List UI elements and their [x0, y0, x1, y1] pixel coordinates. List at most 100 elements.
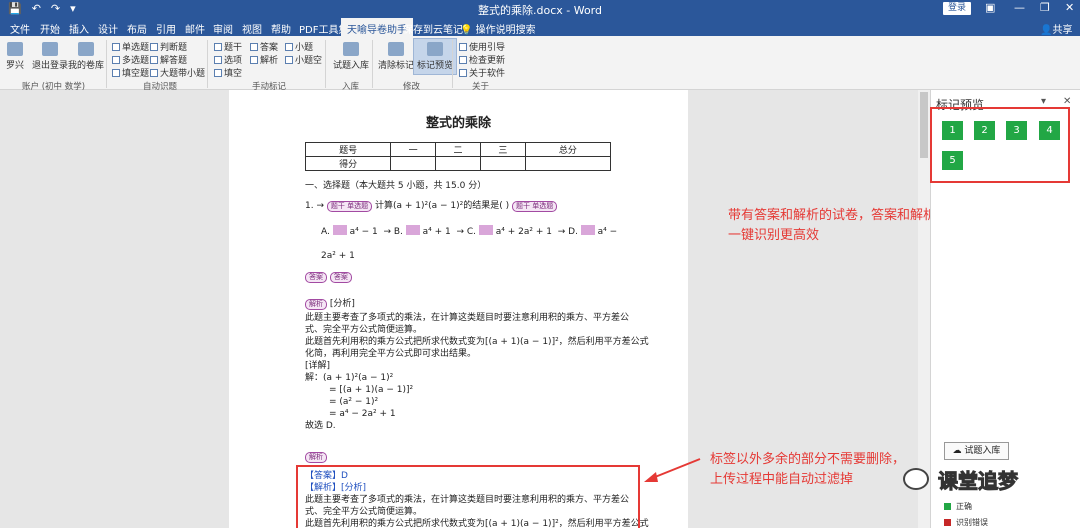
judge-button[interactable]: 判断题	[150, 40, 187, 53]
answer-tags: 答案 答案	[305, 271, 352, 283]
big-small-button[interactable]: 大题带小题	[150, 66, 205, 79]
answer-question-label: 解答题	[160, 56, 188, 66]
vertical-scrollbar[interactable]	[918, 90, 930, 528]
tab-review[interactable]: 审阅	[213, 21, 233, 36]
separator	[106, 40, 107, 88]
option-tag[interactable]	[405, 225, 420, 235]
stem-button[interactable]: 题干	[214, 40, 242, 53]
document-title: 整式的乘除	[425, 116, 491, 131]
login-button[interactable]: 登录	[943, 2, 971, 15]
analysis-tag[interactable]: 解析	[305, 299, 327, 310]
import-questions-button[interactable]: 试题入库	[333, 42, 369, 71]
answer-label: 答案	[260, 43, 279, 53]
callout-bottom-line: 上传过程中能自动过滤掉	[710, 472, 854, 487]
paragraph: 式、完全平方公式简便运算。	[305, 325, 423, 335]
close-icon[interactable]: ✕	[1065, 1, 1074, 14]
window-title: 整式的乘除.docx - Word	[477, 4, 602, 17]
options-line: A. a⁴ − 1 → B. a⁴ + 1 → C. a⁴ + 2a² + 1 …	[321, 225, 618, 237]
paragraph: 此题首先利用积的乘方公式把所求代数式变为[(a + 1)(a − 1)]²，然后…	[305, 337, 649, 347]
tell-me-search[interactable]: 💡 操作说明搜索	[460, 21, 536, 36]
separator	[452, 40, 453, 88]
table-cell: 总分	[524, 142, 612, 157]
user-button[interactable]: 罗兴	[6, 42, 24, 71]
fill-blank-label: 填空题	[122, 69, 150, 79]
fill-blank-button[interactable]: 填空题	[112, 66, 149, 79]
tab-layout[interactable]: 布局	[127, 21, 147, 36]
legend-error-label: 识别错误	[956, 518, 988, 527]
document-page[interactable]: 整式的乘除 题号 一 二 三 总分 得分 一、选择题（本大题共 5 小题，共 1…	[229, 90, 688, 528]
stem-label: 题干	[224, 43, 243, 53]
check-update-button[interactable]: 检查更新	[459, 53, 505, 66]
ribbon-display-icon[interactable]: ▣	[985, 1, 995, 14]
option-label: 选项	[224, 56, 243, 66]
title-bar: 💾 ↶ ↷ ▾ 整式的乘除.docx - Word 登录 ▣ — ❐ ✕	[0, 0, 1080, 18]
mark-preview-button[interactable]: 标记预览	[413, 38, 458, 75]
answer-tag[interactable]: 答案	[305, 272, 327, 283]
solution-line: = a⁴ − 2a² + 1	[329, 409, 396, 419]
stem-tag[interactable]: 题干 单选题	[326, 201, 373, 212]
pane-import-button[interactable]: ☁ 试题入库	[944, 442, 1009, 460]
answer-button[interactable]: 答案	[250, 40, 278, 53]
answer-question-button[interactable]: 解答题	[150, 53, 187, 66]
share-button[interactable]: 👤共享	[1040, 21, 1072, 36]
pane-close-icon[interactable]: ✕	[1063, 96, 1071, 107]
multi-choice-label: 多选题	[122, 56, 150, 66]
tab-references[interactable]: 引用	[156, 21, 176, 36]
tab-design[interactable]: 设计	[98, 21, 118, 36]
minimize-icon[interactable]: —	[1014, 1, 1025, 14]
clear-marks-button[interactable]: 清除标记	[378, 42, 414, 71]
separator	[207, 40, 208, 88]
option-tag[interactable]	[478, 225, 493, 235]
tab-insert[interactable]: 插入	[69, 21, 89, 36]
option-a-value: a⁴ − 1	[349, 227, 378, 237]
single-choice-label: 单选题	[122, 43, 150, 53]
option-tag[interactable]	[332, 225, 347, 235]
small-blank-label: 小题空	[295, 56, 323, 66]
tab-home[interactable]: 开始	[40, 21, 60, 36]
small-question-button[interactable]: 小题	[285, 40, 313, 53]
table-cell: 三	[479, 142, 526, 157]
pane-options-icon[interactable]: ▾	[1041, 96, 1046, 107]
cloud-upload-icon: ☁	[952, 446, 962, 456]
single-choice-button[interactable]: 单选题	[112, 40, 149, 53]
my-papers-button[interactable]: 我的卷库	[68, 42, 104, 71]
solution-line: = [(a + 1)(a − 1)]²	[329, 385, 414, 395]
about-software-button[interactable]: 关于软件	[459, 66, 505, 79]
small-blank-button[interactable]: 小题空	[285, 53, 322, 66]
analysis-head-text: [分析]	[329, 299, 355, 309]
tab-view[interactable]: 视图	[242, 21, 262, 36]
legend-correct: 正确	[944, 501, 972, 512]
option-tag[interactable]	[580, 225, 595, 235]
tab-cloud-notes[interactable]: 保存到云笔记	[403, 21, 463, 36]
stem-tag-right[interactable]: 题干 单选题	[512, 201, 558, 212]
answer-tag[interactable]: 答案	[329, 272, 352, 283]
callout-bottom-line: 标签以外多余的部分不需要删除，	[710, 452, 906, 467]
highlight-box-preview	[930, 107, 1070, 183]
solution-line: 解：(a + 1)²(a − 1)²	[305, 373, 394, 383]
preview-icon	[427, 42, 443, 56]
arrow-icon	[644, 458, 701, 482]
score-table: 题号 一 二 三 总分 得分	[304, 142, 612, 171]
restore-icon[interactable]: ❐	[1040, 1, 1050, 14]
legend-correct-label: 正确	[956, 502, 972, 511]
paragraph: 化简，再利用完全平方公式即可求出结果。	[305, 349, 477, 359]
scroll-thumb[interactable]	[920, 92, 928, 158]
option-d-value: a⁴ −	[597, 227, 618, 237]
about-software-label: 关于软件	[469, 69, 506, 79]
pane-import-label: 试题入库	[964, 446, 1001, 456]
question-1: 1. → 题干 单选题 计算(a + 1)²(a − 1)²的结果是( ) 题干…	[305, 200, 558, 212]
wechat-icon	[903, 468, 929, 490]
usage-guide-button[interactable]: 使用引导	[459, 40, 505, 53]
tab-help[interactable]: 帮助	[271, 21, 291, 36]
multi-choice-button[interactable]: 多选题	[112, 53, 149, 66]
option-button[interactable]: 选项	[214, 53, 242, 66]
analysis-button[interactable]: 解析	[250, 53, 278, 66]
tab-file[interactable]: 文件	[10, 21, 30, 36]
table-cell	[390, 156, 437, 171]
table-cell: 得分	[304, 156, 392, 171]
tab-mailings[interactable]: 邮件	[185, 21, 205, 36]
fill-button[interactable]: 填空	[214, 66, 242, 79]
logout-button[interactable]: 退出登录	[32, 42, 68, 71]
legend-error: 识别错误	[944, 517, 988, 528]
analysis-tag[interactable]: 解析	[305, 452, 327, 463]
